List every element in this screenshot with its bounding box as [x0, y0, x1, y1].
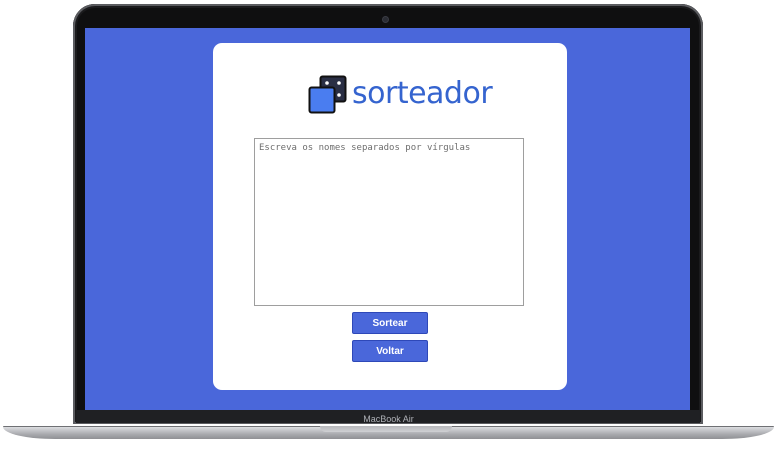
laptop-notch	[320, 426, 452, 432]
app-logo: sorteador	[308, 75, 493, 115]
names-input[interactable]	[254, 138, 524, 306]
draw-button[interactable]: Sortear	[352, 312, 428, 334]
device-brand-label: MacBook Air	[363, 414, 414, 424]
back-button[interactable]: Voltar	[352, 340, 428, 362]
camera-icon	[383, 17, 388, 22]
sorteador-card: sorteador Sortear Voltar	[213, 43, 567, 390]
app-title: sorteador	[352, 76, 493, 111]
dice-icon	[308, 75, 347, 114]
app-screen: sorteador Sortear Voltar	[85, 28, 690, 410]
